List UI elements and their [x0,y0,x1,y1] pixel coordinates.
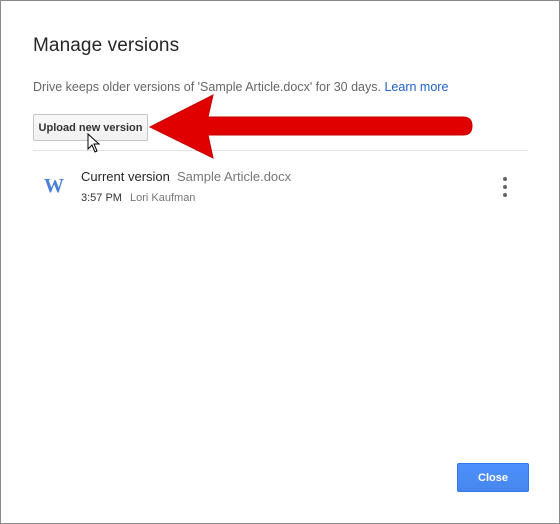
red-arrow-annotation [148,94,473,159]
mouse-pointer-icon [87,133,101,153]
